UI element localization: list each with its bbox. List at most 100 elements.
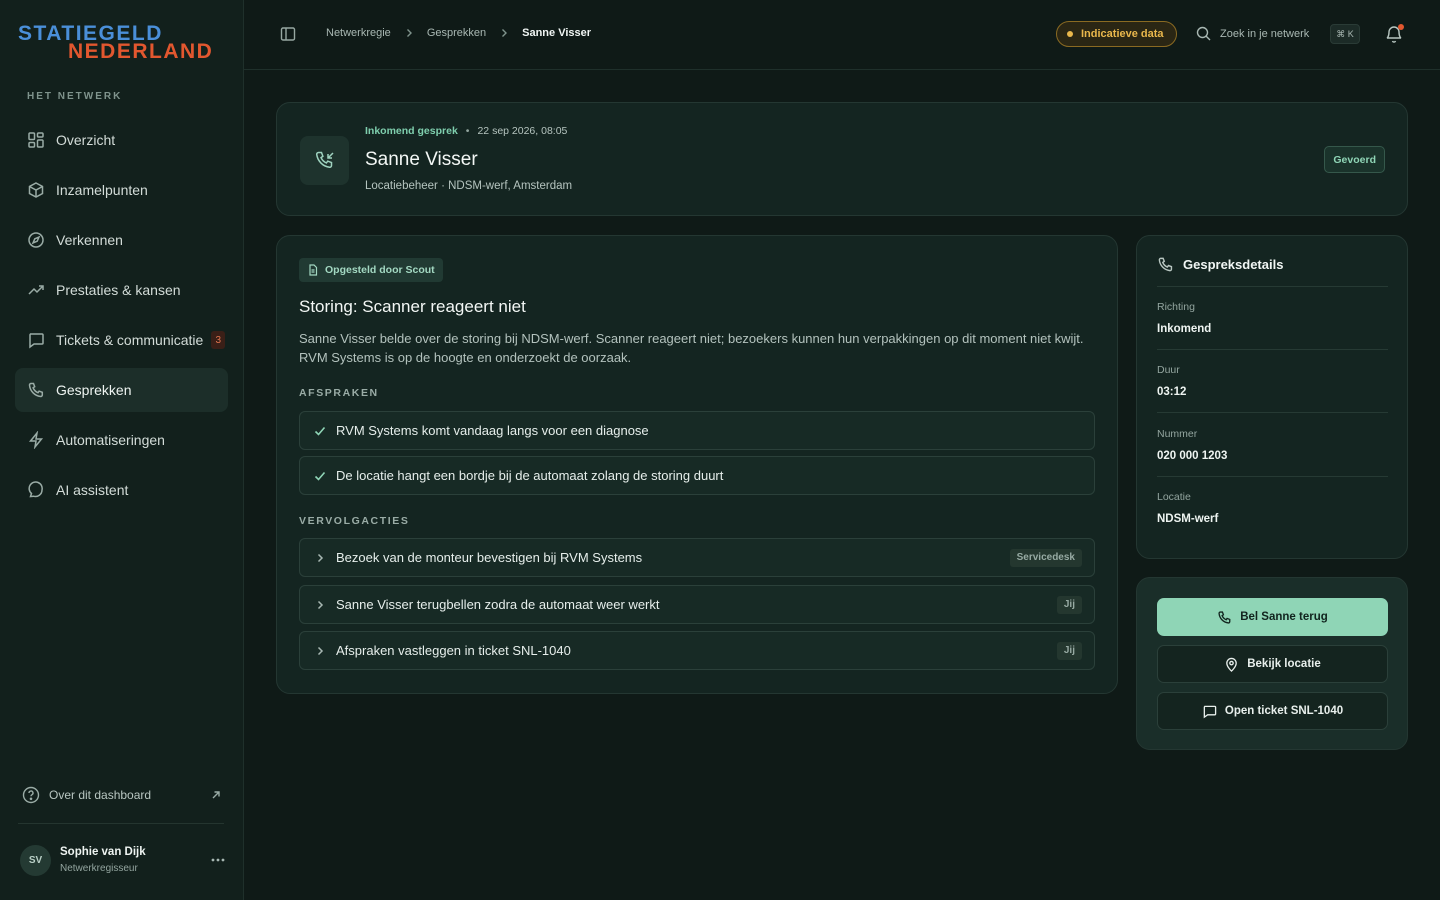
sidebar-item-automatiseringen[interactable]: Automatiseringen	[15, 418, 228, 462]
phone-icon	[1217, 610, 1232, 625]
topbar: Netwerkregie Gesprekken Sanne Visser Ind…	[244, 0, 1440, 70]
owner-badge: Servicedesk	[1009, 548, 1082, 567]
followup-item[interactable]: Afspraken vastleggen in ticket SNL-1040 …	[299, 631, 1095, 670]
owner-badge: Jij	[1056, 595, 1082, 614]
summary-text: Sanne Visser belde over de storing bij N…	[299, 331, 1084, 365]
followup-item[interactable]: Sanne Visser terugbellen zodra de automa…	[299, 585, 1095, 624]
call-summary-card: Opgesteld door Scout Storing: Scanner re…	[276, 235, 1118, 694]
followup-text: Sanne Visser terugbellen zodra de automa…	[336, 597, 660, 612]
notification-dot	[1398, 24, 1404, 30]
sidebar-item-label: Verkennen	[56, 232, 123, 248]
sidebar-item-tickets[interactable]: Tickets & communicatie 3	[15, 318, 228, 362]
sidebar-item-gesprekken[interactable]: Gesprekken	[15, 368, 228, 412]
agreement-text: De locatie hangt een bordje bij de autom…	[336, 468, 724, 483]
agreement-item: De locatie hangt een bordje bij de autom…	[299, 456, 1095, 495]
agreement-item: RVM Systems komt vandaag langs voor een …	[299, 411, 1095, 450]
about-dashboard-link[interactable]: Over dit dashboard	[22, 784, 222, 806]
details-heading: Gespreksdetails	[1157, 256, 1283, 273]
sidebar-item-overzicht[interactable]: Overzicht	[15, 118, 228, 162]
detail-label-duur: Duur	[1157, 364, 1180, 376]
page-title: Sanne Visser	[365, 149, 478, 170]
detail-label-nummer: Nummer	[1157, 428, 1198, 440]
scout-tag: Opgesteld door Scout	[299, 258, 443, 282]
user-name: Sophie van Dijk	[60, 846, 146, 858]
chevron-right-icon	[313, 644, 327, 658]
indicative-data-badge[interactable]: Indicatieve data	[1056, 21, 1177, 47]
status-badge: Gevoerd	[1324, 146, 1385, 173]
check-icon	[313, 424, 327, 438]
sidebar-item-prestaties[interactable]: Prestaties & kansen	[15, 268, 228, 312]
sidebar-item-inzamelpunten[interactable]: Inzamelpunten	[15, 168, 228, 212]
grid-icon	[27, 131, 45, 149]
owner-badge: Jij	[1056, 641, 1082, 660]
view-location-button[interactable]: Bekijk locatie	[1157, 645, 1388, 683]
breadcrumb-current: Sanne Visser	[522, 27, 592, 39]
detail-label-locatie: Locatie	[1157, 491, 1191, 503]
followup-text: Afspraken vastleggen in ticket SNL-1040	[336, 643, 571, 658]
sidebar: STATIEGELD NEDERLAND HET NETWERK Overzic…	[0, 0, 244, 900]
detail-value-duur: 03:12	[1157, 386, 1187, 398]
logo[interactable]: STATIEGELD NEDERLAND	[18, 22, 228, 64]
sidebar-item-label: Overzicht	[56, 132, 116, 148]
logo-line-2: NEDERLAND	[68, 40, 214, 63]
user-profile[interactable]: SV Sophie van Dijk Netwerkregisseur	[20, 843, 226, 877]
sidebar-item-label: Automatiseringen	[56, 432, 165, 448]
divider	[1157, 476, 1388, 477]
divider	[1157, 412, 1388, 413]
compass-icon	[27, 231, 45, 249]
breadcrumb-item-netwerkregie[interactable]: Netwerkregie	[326, 27, 391, 39]
caller-subtitle: Locatiebeheer · NDSM-werf, Amsterdam	[365, 180, 573, 192]
chevron-right-icon	[498, 27, 510, 39]
sidebar-item-verkennen[interactable]: Verkennen	[15, 218, 228, 262]
incoming-call-icon	[300, 136, 349, 185]
more-options-icon[interactable]	[210, 852, 226, 868]
search-input[interactable]: Zoek in je netwerk	[1196, 26, 1309, 41]
detail-value-richting: Inkomend	[1157, 323, 1212, 335]
followup-text: Bezoek van de monteur bevestigen bij RVM…	[336, 550, 643, 565]
scout-tag-label: Opgesteld door Scout	[325, 264, 435, 276]
breadcrumb-item-gesprekken[interactable]: Gesprekken	[427, 27, 486, 39]
followup-item[interactable]: Bezoek van de monteur bevestigen bij RVM…	[299, 538, 1095, 577]
summary-title: Storing: Scanner reageert niet	[299, 297, 526, 316]
search-shortcut: ⌘ K	[1330, 24, 1360, 44]
divider	[1157, 349, 1388, 350]
meta-separator: •	[465, 125, 470, 137]
open-ticket-button[interactable]: Open ticket SNL-1040	[1157, 692, 1388, 730]
call-type: Inkomend gesprek	[365, 125, 458, 137]
nav-section-label: HET NETWERK	[27, 91, 123, 102]
call-date: 22 sep 2026, 08:05	[477, 125, 568, 137]
zap-icon	[27, 431, 45, 449]
about-label: Over dit dashboard	[49, 788, 152, 802]
phone-icon	[27, 381, 45, 399]
map-pin-icon	[1224, 657, 1239, 672]
sidebar-item-ai-assistent[interactable]: AI assistent	[15, 468, 228, 512]
external-link-icon	[210, 789, 222, 801]
sidebar-nav: Overzicht Inzamelpunten Verkennen Presta…	[15, 118, 228, 518]
view-location-label: Bekijk locatie	[1247, 658, 1321, 670]
actions-card: Bel Sanne terug Bekijk locatie Open tick…	[1136, 577, 1408, 750]
divider	[18, 823, 224, 824]
sidebar-item-label: Tickets & communicatie	[56, 332, 204, 348]
help-circle-icon	[22, 786, 40, 804]
followups-label: VERVOLGACTIES	[299, 515, 410, 527]
user-meta: Sophie van Dijk Netwerkregisseur	[60, 846, 146, 874]
sidebar-item-label: Inzamelpunten	[56, 182, 148, 198]
avatar: SV	[20, 844, 51, 876]
chevron-right-icon	[313, 551, 327, 565]
status-dot	[1067, 31, 1073, 37]
sidebar-item-label: Gesprekken	[56, 382, 132, 398]
chevron-right-icon	[403, 27, 415, 39]
box-icon	[27, 181, 45, 199]
check-icon	[313, 469, 327, 483]
call-back-button[interactable]: Bel Sanne terug	[1157, 598, 1388, 636]
sidebar-item-label: Prestaties & kansen	[56, 282, 181, 298]
message-square-icon	[27, 331, 45, 349]
call-details-card: Gespreksdetails Richting Inkomend Duur 0…	[1136, 235, 1408, 559]
sidebar-toggle-icon[interactable]	[280, 26, 296, 42]
call-back-label: Bel Sanne terug	[1240, 611, 1328, 623]
message-circle-icon	[27, 481, 45, 499]
detail-label-richting: Richting	[1157, 301, 1195, 313]
breadcrumb: Netwerkregie Gesprekken Sanne Visser	[326, 27, 591, 39]
bell-icon[interactable]	[1384, 24, 1404, 44]
trending-up-icon	[27, 281, 45, 299]
